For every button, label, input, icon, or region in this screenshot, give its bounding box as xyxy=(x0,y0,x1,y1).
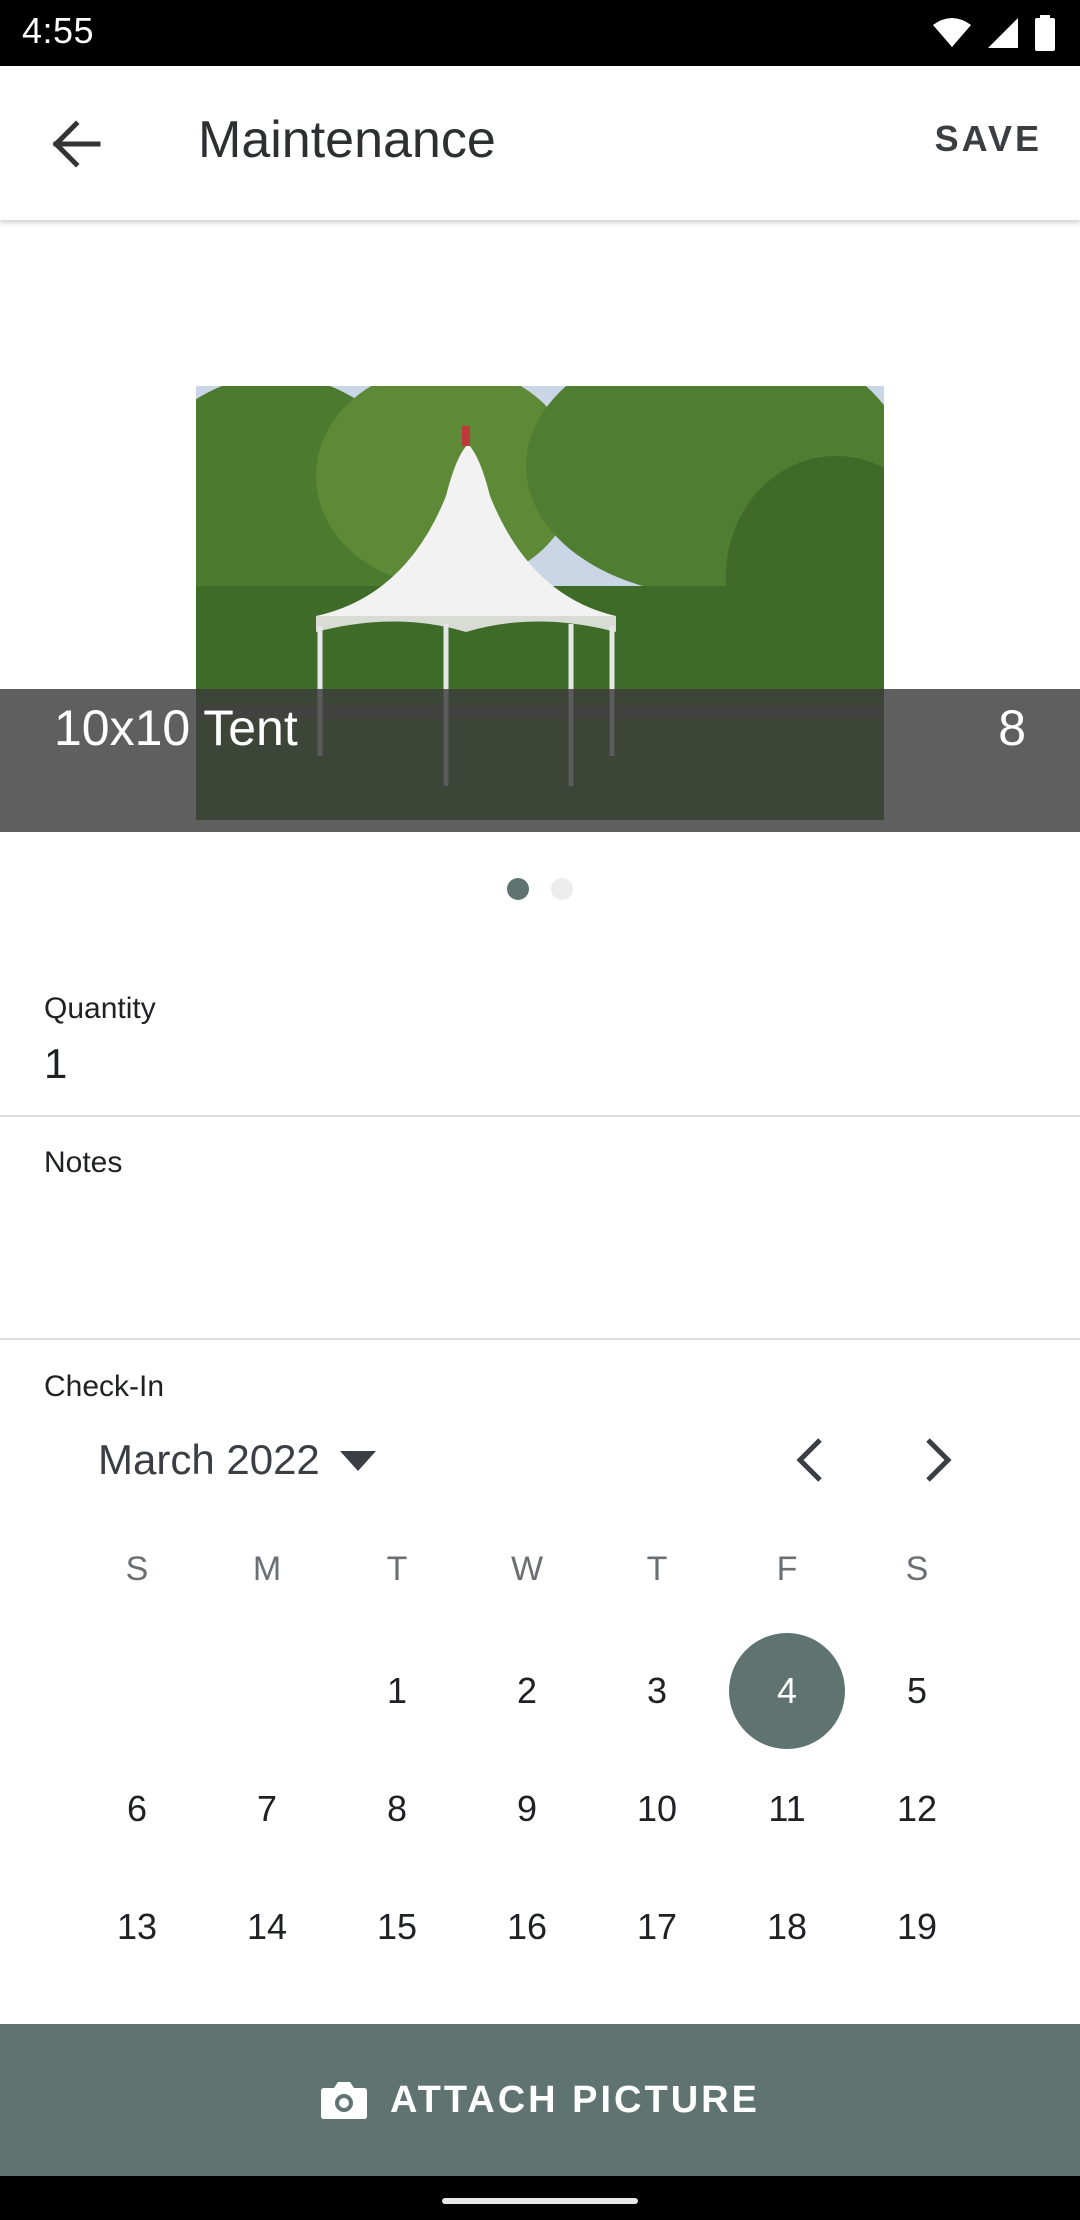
calendar-day[interactable]: 1 xyxy=(332,1632,462,1750)
calendar-day[interactable]: 10 xyxy=(592,1750,722,1868)
status-time: 4:55 xyxy=(22,10,95,51)
calendar-day-label: 2 xyxy=(516,1670,538,1711)
weekday-label: W xyxy=(510,1550,544,1588)
attach-picture-label: ATTACH PICTURE xyxy=(390,2078,760,2121)
calendar-day[interactable]: 3 xyxy=(592,1632,722,1750)
page-dot[interactable] xyxy=(551,878,573,900)
calendar-day[interactable]: 18 xyxy=(722,1868,852,1986)
divider xyxy=(0,1115,1080,1117)
calendar-day[interactable]: 19 xyxy=(852,1868,982,1986)
chevron-left-icon xyxy=(796,1438,822,1482)
chevron-right-icon xyxy=(926,1438,952,1482)
calendar-day[interactable]: 2 xyxy=(462,1632,592,1750)
weekday-header-row: S M T W T F S xyxy=(72,1550,992,1589)
calendar-day[interactable]: 5 xyxy=(852,1632,982,1750)
calendar-day[interactable]: 16 xyxy=(462,1868,592,1986)
page-dot-active[interactable] xyxy=(507,878,529,900)
carousel-page-indicator xyxy=(0,878,1080,908)
status-icons xyxy=(932,14,1056,52)
weekday-label: M xyxy=(252,1550,282,1588)
calendar-day-label: 8 xyxy=(386,1788,408,1829)
calendar-day-label: 17 xyxy=(636,1906,678,1947)
calendar-day[interactable]: 14 xyxy=(202,1868,332,1986)
calendar-day-label: 11 xyxy=(768,1788,806,1829)
calendar-day[interactable]: 6 xyxy=(72,1750,202,1868)
weekday-label: T xyxy=(386,1550,408,1588)
calendar-day-label: 9 xyxy=(516,1788,538,1829)
calendar-blank-cell xyxy=(72,1632,202,1750)
item-count: 8 xyxy=(998,700,1026,756)
calendar-day[interactable]: 8 xyxy=(332,1750,462,1868)
battery-icon xyxy=(1035,15,1055,51)
system-navigation-bar xyxy=(0,2176,1080,2220)
calendar-day-label: 15 xyxy=(376,1906,418,1947)
weekday-label: S xyxy=(125,1550,149,1588)
camera-icon xyxy=(321,2082,368,2119)
back-button[interactable] xyxy=(28,102,124,186)
calendar-day[interactable]: 17 xyxy=(592,1868,722,1986)
calendar-day-selected[interactable]: 4 xyxy=(722,1632,852,1750)
calendar-day[interactable]: 12 xyxy=(852,1750,982,1868)
month-year-selector[interactable]: March 2022 xyxy=(98,1430,376,1490)
page-title: Maintenance xyxy=(198,111,496,169)
check-in-label: Check-In xyxy=(44,1370,165,1403)
weekday-label: T xyxy=(646,1550,668,1588)
arrow-left-icon xyxy=(52,120,101,168)
calendar-day-label: 4 xyxy=(729,1633,845,1749)
calendar-day-label: 13 xyxy=(116,1906,158,1947)
notes-input[interactable] xyxy=(44,1194,1034,1314)
wifi-icon xyxy=(933,18,971,47)
calendar-day-label: 19 xyxy=(896,1906,938,1947)
calendar-blank-cell xyxy=(202,1632,332,1750)
app-bar: Maintenance SAVE xyxy=(0,66,1080,220)
quantity-input[interactable]: 1 xyxy=(44,1040,67,1088)
signal-icon xyxy=(988,18,1018,48)
save-button[interactable]: SAVE xyxy=(935,118,1042,160)
home-indicator[interactable] xyxy=(442,2198,638,2204)
dropdown-arrow-icon xyxy=(339,1451,376,1471)
item-name: 10x10 Tent xyxy=(54,700,298,756)
calendar-day-grid: 1 2 3 4 5 6 7 8 9 10 11 12 13 14 15 16 17 18 19 xyxy=(72,1632,992,1986)
calendar-day-label: 10 xyxy=(636,1788,678,1829)
calendar-day[interactable]: 7 xyxy=(202,1750,332,1868)
calendar-day-label: 16 xyxy=(506,1906,548,1947)
calendar-day[interactable]: 13 xyxy=(72,1868,202,1986)
item-image-carousel[interactable]: 10x10 Tent 8 xyxy=(0,222,1080,832)
calendar-day-label: 12 xyxy=(896,1788,938,1829)
calendar-day-label: 5 xyxy=(906,1670,928,1711)
calendar-day[interactable]: 9 xyxy=(462,1750,592,1868)
calendar-day-label: 3 xyxy=(646,1670,668,1711)
notes-label: Notes xyxy=(44,1146,123,1179)
calendar-day-label: 6 xyxy=(126,1788,148,1829)
calendar-day-label: 1 xyxy=(386,1670,408,1711)
weekday-label: S xyxy=(905,1550,929,1588)
calendar-day[interactable]: 15 xyxy=(332,1868,462,1986)
previous-month-button[interactable] xyxy=(774,1428,844,1492)
next-month-button[interactable] xyxy=(904,1428,974,1492)
calendar-day-label: 18 xyxy=(766,1906,808,1947)
weekday-label: F xyxy=(776,1550,798,1588)
calendar-day[interactable]: 11 xyxy=(722,1750,852,1868)
quantity-label: Quantity xyxy=(44,992,156,1025)
calendar-day-label: 14 xyxy=(246,1906,288,1947)
month-label: March 2022 xyxy=(98,1436,320,1483)
attach-picture-button[interactable]: ATTACH PICTURE xyxy=(0,2024,1080,2176)
divider xyxy=(0,1338,1080,1340)
status-bar: 4:55 xyxy=(0,0,1080,66)
calendar-day-label: 7 xyxy=(256,1788,278,1829)
item-caption-bar: 10x10 Tent 8 xyxy=(0,689,1080,832)
